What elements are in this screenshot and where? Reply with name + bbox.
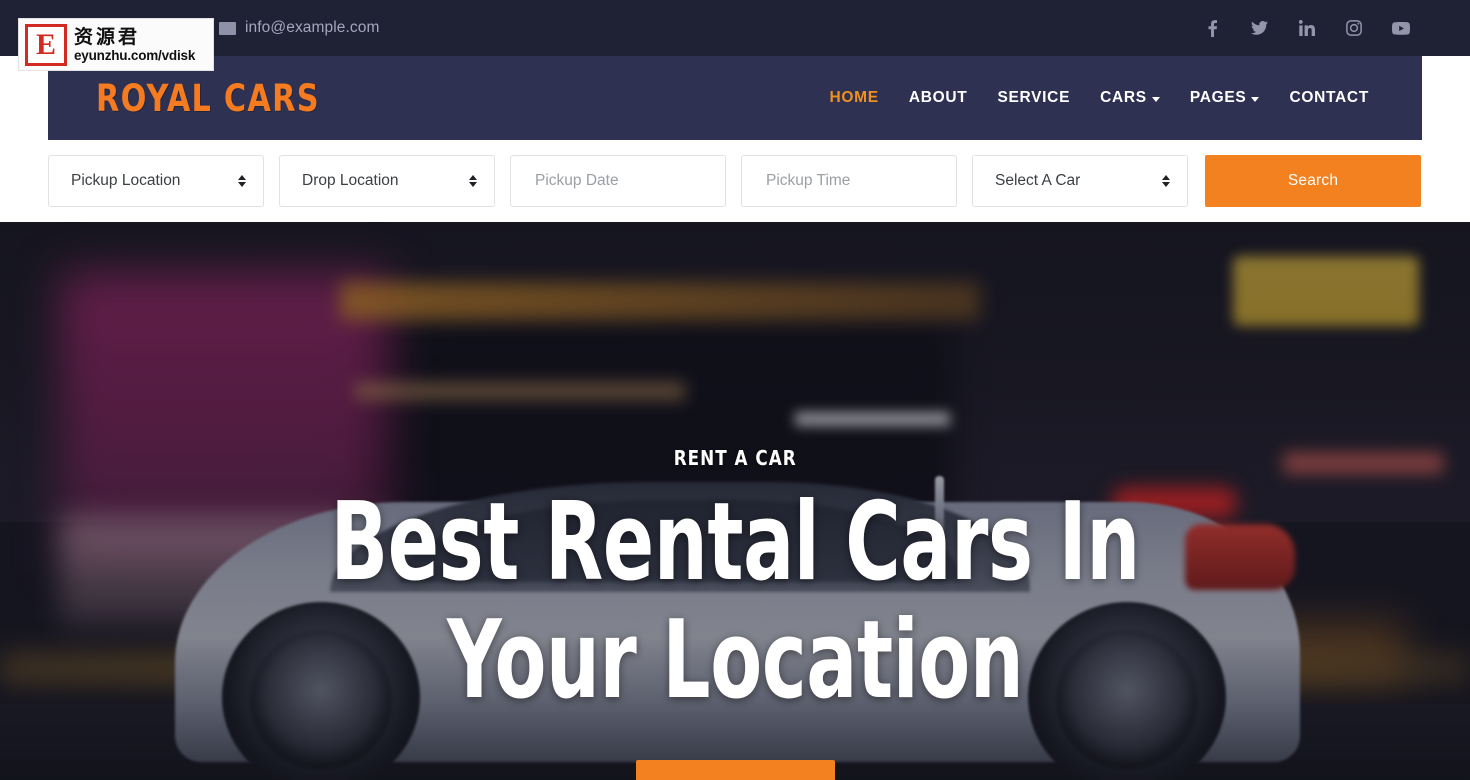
primary-nav: HOME ABOUT SERVICE CARS PAGES CONTACT [815,89,1384,107]
nav-item-pages[interactable]: PAGES [1175,89,1275,107]
watermark-text: 资源君 eyunzhu.com/vdisk [74,26,195,64]
site-brand[interactable]: ROYAL CARS [96,80,320,117]
nav-label-pages: PAGES [1189,89,1247,106]
topbar-contact: info@example.com [219,19,380,37]
nav-label-contact: CONTACT [1289,89,1369,106]
select-arrows-icon [469,175,477,187]
nav-label-service: SERVICE [997,89,1071,106]
facebook-icon[interactable] [1189,13,1236,43]
youtube-icon[interactable] [1377,13,1424,43]
nav-label-home: HOME [829,89,879,106]
top-bar: info@example.com [0,0,1470,56]
pickup-location-value: Pickup Location [71,172,181,189]
chevron-down-icon [1251,96,1260,102]
social-links [1189,13,1424,43]
select-arrows-icon [238,175,246,187]
nav-item-cars[interactable]: CARS [1085,89,1175,107]
watermark-overlay: E 资源君 eyunzhu.com/vdisk [18,18,214,71]
nav-item-about[interactable]: ABOUT [894,89,983,107]
instagram-icon[interactable] [1330,13,1377,43]
nav-label-about: ABOUT [908,89,968,106]
nav-item-contact[interactable]: CONTACT [1274,89,1384,107]
select-car-value: Select A Car [995,172,1081,189]
topbar-email[interactable]: info@example.com [245,19,380,37]
hero-title: Best Rental Cars In Your Location [330,480,1140,723]
nav-item-service[interactable]: SERVICE [982,89,1085,107]
page-root: info@example.com ROYAL CARS HOME ABOUT S… [0,0,1470,780]
watermark-logo-icon: E [25,23,67,66]
linkedin-icon[interactable] [1283,13,1330,43]
watermark-letter: E [28,26,64,63]
hero-cta-button[interactable] [636,760,835,780]
search-button[interactable]: Search [1205,155,1421,207]
envelope-icon [219,21,236,35]
main-navbar: ROYAL CARS HOME ABOUT SERVICE CARS PAGES… [48,56,1422,140]
booking-search-bar: Pickup Location Drop Location Pickup Dat… [48,155,1422,207]
nav-item-home[interactable]: HOME [815,89,894,107]
pickup-time-input[interactable]: Pickup Time [741,155,957,207]
chevron-down-icon [1151,96,1160,102]
pickup-date-placeholder: Pickup Date [535,172,619,189]
watermark-chinese: 资源君 [74,25,141,48]
twitter-icon[interactable] [1236,13,1283,43]
nav-label-cars: CARS [1100,89,1147,106]
select-car-select[interactable]: Select A Car [972,155,1188,207]
hero-kicker: RENT A CAR [673,446,797,470]
hero-content: RENT A CAR Best Rental Cars In Your Loca… [0,222,1470,780]
hero-carousel: RENT A CAR Best Rental Cars In Your Loca… [0,222,1470,780]
select-arrows-icon [1162,175,1170,187]
pickup-date-input[interactable]: Pickup Date [510,155,726,207]
pickup-location-select[interactable]: Pickup Location [48,155,264,207]
drop-location-select[interactable]: Drop Location [279,155,495,207]
pickup-time-placeholder: Pickup Time [766,172,851,189]
drop-location-value: Drop Location [302,172,399,189]
watermark-url: eyunzhu.com/vdisk [74,47,196,63]
